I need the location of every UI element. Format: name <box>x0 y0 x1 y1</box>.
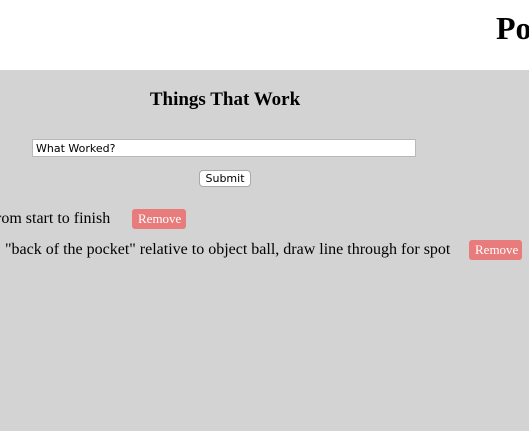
list-item-text: "back of the pocket" relative to object … <box>5 241 451 258</box>
things-that-work-panel: Things That Work Submit rom start to fin… <box>0 70 529 431</box>
section-title: Things That Work <box>149 89 301 110</box>
page-title: Po <box>496 10 529 46</box>
what-worked-input[interactable] <box>32 139 416 157</box>
submit-button[interactable]: Submit <box>199 170 251 187</box>
remove-button[interactable]: Remove <box>132 209 186 229</box>
top-header: Po <box>0 0 529 70</box>
list-item-text: rom start to finish <box>0 210 111 227</box>
remove-button[interactable]: Remove <box>469 240 522 260</box>
